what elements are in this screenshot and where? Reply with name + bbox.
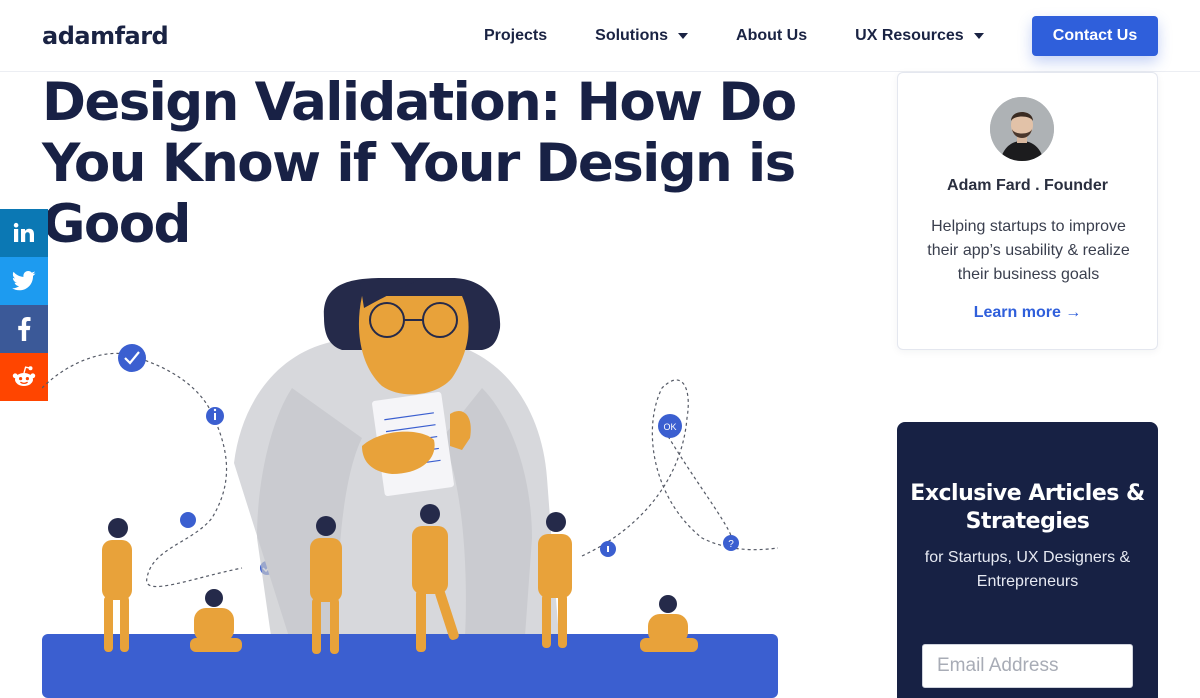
person-figure-1	[102, 518, 132, 652]
check-badge-icon	[118, 344, 146, 372]
nav-ux-resources-label: UX Resources	[855, 27, 964, 44]
avatar	[990, 97, 1054, 161]
nav-about-us[interactable]: About Us	[736, 27, 807, 45]
newsletter-subtitle: for Startups, UX Designers & Entrepreneu…	[924, 549, 1131, 590]
linkedin-share-button[interactable]	[0, 209, 48, 257]
linkedin-icon	[13, 222, 34, 242]
reddit-share-button[interactable]	[0, 353, 48, 401]
person-figure-6	[640, 595, 698, 652]
nav-solutions[interactable]: Solutions	[595, 27, 689, 45]
site-logo[interactable]: adamfard	[42, 22, 169, 50]
social-share-bar	[0, 209, 48, 401]
facebook-share-button[interactable]	[0, 305, 48, 353]
nav-ux-resources[interactable]: UX Resources	[855, 27, 984, 45]
contact-us-button[interactable]: Contact Us	[1032, 16, 1158, 56]
email-field[interactable]	[922, 644, 1133, 688]
learn-more-link[interactable]: Learn more →	[898, 304, 1157, 322]
site-header: adamfard Projects Solutions About Us UX …	[0, 0, 1200, 72]
author-card: Adam Fard . Founder Helping startups to …	[897, 72, 1158, 350]
author-description: Helping startups to improve their app’s …	[927, 218, 1130, 283]
article-title: Design Validation: How Do You Know if Yo…	[42, 72, 797, 255]
newsletter-box: Exclusive Articles & Strategies for Star…	[897, 422, 1158, 698]
svg-text:OK: OK	[663, 422, 676, 432]
facebook-icon	[18, 317, 31, 341]
author-name: Adam Fard . Founder	[947, 177, 1108, 194]
chevron-down-icon	[678, 33, 689, 39]
nav-about-label: About Us	[736, 27, 808, 44]
person-figure-2	[190, 589, 242, 652]
nav-solutions-label: Solutions	[595, 27, 669, 44]
nav-projects[interactable]: Projects	[484, 27, 547, 45]
nav-projects-label: Projects	[484, 27, 548, 44]
svg-text:?: ?	[728, 539, 734, 550]
hero-illustration: OK ?	[42, 278, 778, 698]
main-nav: Projects Solutions About Us UX Resources	[484, 0, 1032, 72]
twitter-share-button[interactable]	[0, 257, 48, 305]
chevron-down-icon	[973, 33, 984, 39]
design-validation-illustration: OK ?	[42, 278, 778, 698]
author-photo	[990, 97, 1054, 161]
newsletter-title: Exclusive Articles & Strategies	[910, 481, 1145, 534]
twitter-icon	[12, 271, 36, 291]
reddit-icon	[12, 366, 36, 386]
